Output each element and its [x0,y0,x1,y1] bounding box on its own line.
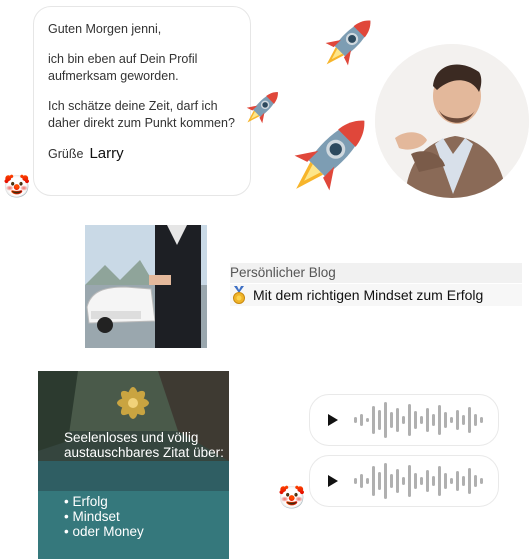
chat-line-time: Ich schätze deine Zeit, darf ich daher d… [48,99,235,130]
waveform-icon [354,463,483,499]
blog-title-link[interactable]: Mit dem richtigen Mindset zum Erfolg [230,284,522,306]
chat-greeting: Guten Morgen jenni, [48,22,162,36]
play-icon[interactable] [328,475,338,487]
quote-topic: • Erfolg [64,494,108,509]
chat-signature-row: Grüße Larry [48,145,236,163]
medal-icon [233,286,245,304]
voice-message[interactable] [309,394,499,446]
profile-portrait [375,44,529,198]
clown-emoji: 🤡 [3,174,31,199]
blog-thumbnail[interactable] [85,225,207,348]
quote-topic: • oder Money [64,524,144,539]
chat-closing: Grüße [48,147,84,161]
chat-signature: Larry [89,145,124,162]
chat-line-profile: ich bin eben auf Dein Profil aufmerksam … [48,52,198,83]
quote-text: Seelenloses und völlig austauschbares Zi… [64,430,224,460]
voice-message[interactable] [309,455,499,507]
blog-category-label: Persönlicher Blog [230,263,522,283]
clown-emoji: 🤡 [278,485,306,510]
quote-topic-list: • Erfolg • Mindset • oder Money [64,494,214,539]
quote-topic: • Mindset [64,509,120,524]
chat-bubble: Guten Morgen jenni, ich bin eben auf Dei… [33,6,251,196]
rocket-icon [294,120,365,191]
rocket-icon [325,20,371,66]
waveform-icon [354,402,483,438]
blog-title: Mit dem richtigen Mindset zum Erfolg [253,287,484,303]
play-icon[interactable] [328,414,338,426]
